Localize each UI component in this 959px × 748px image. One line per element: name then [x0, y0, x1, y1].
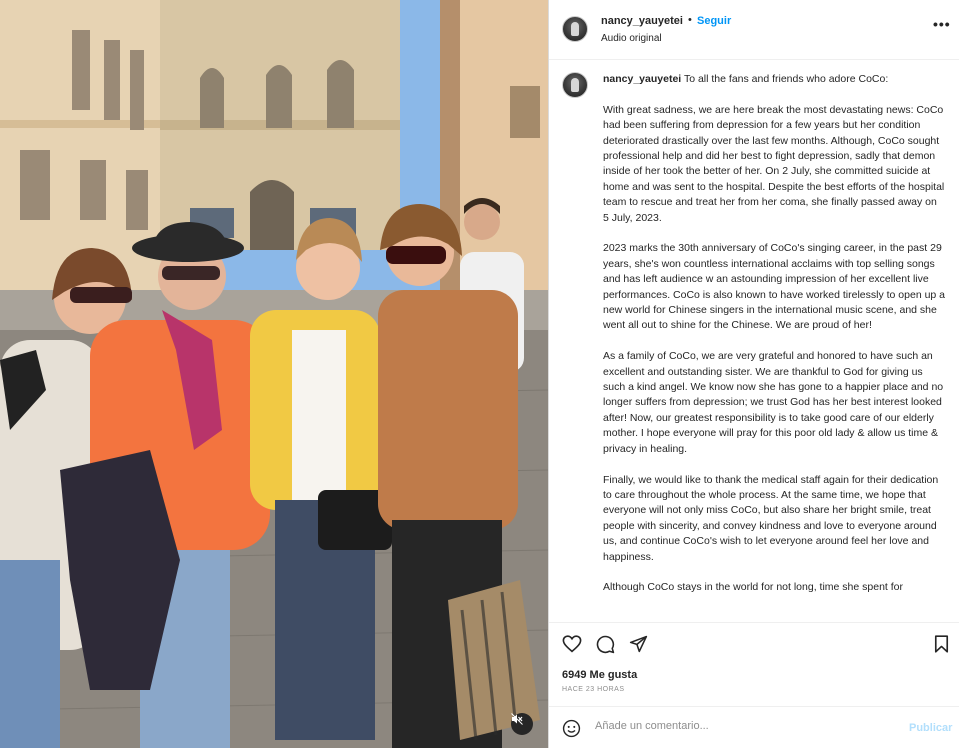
caption-paragraph: Although CoCo stays in the world for not…	[603, 581, 903, 594]
caption-username[interactable]: nancy_yauyetei	[603, 73, 681, 85]
bookmark-icon[interactable]	[934, 635, 949, 653]
header-separator: •	[688, 14, 692, 26]
caption-area: nancy_yauyetei To all the fans and frien…	[549, 60, 959, 622]
comment-input[interactable]	[595, 720, 895, 732]
avatar[interactable]	[562, 16, 588, 42]
comment-icon[interactable]	[596, 635, 615, 654]
caption-paragraph: 2023 marks the 30th anniversary of CoCo'…	[603, 242, 946, 332]
heart-icon[interactable]	[562, 635, 582, 653]
mute-button[interactable]	[511, 713, 533, 735]
share-icon[interactable]	[629, 635, 648, 653]
post-header: nancy_yauyetei • Seguir Audio original •…	[549, 0, 959, 60]
publish-button[interactable]: Publicar	[909, 722, 952, 734]
photo-illustration	[0, 0, 548, 748]
action-bar: 6949 Me gusta HACE 23 HORAS	[549, 622, 959, 706]
caption-paragraph: With great sadness, we are here break th…	[603, 103, 945, 224]
post-photo[interactable]	[0, 0, 548, 748]
muted-speaker-icon	[511, 713, 523, 725]
caption-paragraph: Finally, we would like to thank the medi…	[603, 473, 939, 563]
comment-bar: Publicar	[549, 706, 959, 748]
follow-button[interactable]: Seguir	[697, 15, 731, 27]
more-options-icon[interactable]: •••	[933, 16, 951, 32]
emoji-icon[interactable]	[562, 719, 581, 738]
post-details-panel: nancy_yauyetei • Seguir Audio original •…	[548, 0, 959, 748]
likes-count[interactable]: 6949 Me gusta	[562, 669, 637, 681]
post-timestamp[interactable]: HACE 23 HORAS	[562, 686, 625, 693]
caption-avatar[interactable]	[562, 72, 588, 98]
header-username[interactable]: nancy_yauyetei	[601, 15, 683, 27]
caption-paragraph: As a family of CoCo, we are very gratefu…	[603, 350, 944, 455]
caption-greeting: To all the fans and friends who adore Co…	[683, 73, 889, 85]
audio-label[interactable]: Audio original	[601, 33, 662, 44]
caption-text: nancy_yauyetei To all the fans and frien…	[603, 72, 945, 611]
